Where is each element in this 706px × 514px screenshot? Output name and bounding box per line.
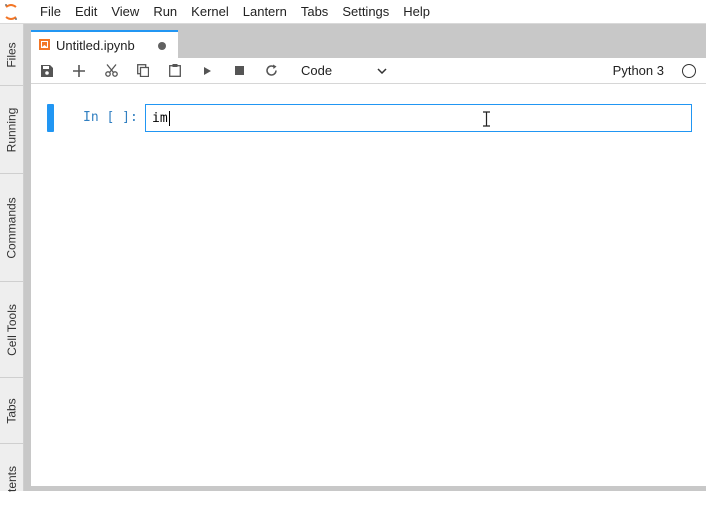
text-caret	[168, 110, 170, 126]
cell-editor[interactable]: im	[145, 104, 692, 132]
stop-icon	[234, 66, 244, 75]
run-icon	[204, 66, 211, 75]
input-prompt: In [ ]:	[83, 110, 138, 125]
copy-icon	[137, 64, 149, 77]
cell-type-value: Code	[301, 63, 333, 78]
menu-kernel[interactable]: Kernel	[184, 0, 236, 24]
sidebar-tab-tabs[interactable]: Tabs	[0, 378, 23, 444]
notebook-toolbar: Code Python 3	[31, 58, 706, 84]
add-icon	[73, 64, 85, 77]
left-sidebar: Files Running Commands Cell Tools Tabs t…	[0, 24, 24, 492]
paste-button[interactable]	[159, 58, 191, 84]
sidebar-tab-label: Cell Tools	[4, 303, 19, 356]
menu-edit[interactable]: Edit	[68, 0, 104, 24]
tab-untitled-notebook[interactable]: Untitled.ipynb	[31, 30, 178, 58]
paste-icon	[169, 64, 181, 77]
chevron-down-icon	[377, 67, 387, 74]
notebook-icon	[39, 38, 50, 53]
menu-view[interactable]: View	[104, 0, 146, 24]
menu-run[interactable]: Run	[146, 0, 184, 24]
text-cursor-icon	[483, 111, 490, 127]
menu-help[interactable]: Help	[396, 0, 437, 24]
menu-settings[interactable]: Settings	[335, 0, 396, 24]
cell-type-select[interactable]: Code	[301, 63, 387, 78]
notebook-panel: Code Python 3 In [ ]: im	[31, 58, 706, 486]
restart-icon	[265, 64, 277, 76]
sidebar-tab-contents[interactable]: tents	[0, 444, 23, 514]
kernel-name[interactable]: Python 3	[613, 58, 664, 84]
run-button[interactable]	[191, 58, 223, 84]
active-cell-marker	[47, 104, 54, 132]
cell-source-text: im	[152, 110, 168, 126]
interrupt-button[interactable]	[223, 58, 255, 84]
sidebar-tab-label: Files	[4, 41, 19, 68]
sidebar-tab-cell-tools[interactable]: Cell Tools	[0, 282, 23, 378]
document-tab-bar: Untitled.ipynb	[24, 24, 706, 58]
tab-title: Untitled.ipynb	[56, 37, 135, 53]
menu-file[interactable]: File	[33, 0, 68, 24]
sidebar-tab-files[interactable]: Files	[0, 24, 23, 86]
bottom-border	[24, 486, 706, 491]
menu-bar: File Edit View Run Kernel Lantern Tabs S…	[0, 0, 706, 24]
sidebar-tab-label: Tabs	[4, 397, 19, 424]
copy-button[interactable]	[127, 58, 159, 84]
sidebar-tab-label: Running	[4, 107, 19, 152]
unsaved-indicator-icon[interactable]	[158, 42, 166, 50]
cut-icon	[104, 64, 118, 77]
menu-lantern[interactable]: Lantern	[236, 0, 294, 24]
save-icon	[41, 64, 53, 77]
code-cell[interactable]: In [ ]: im	[31, 104, 706, 132]
sidebar-tab-commands[interactable]: Commands	[0, 174, 23, 282]
cut-button[interactable]	[95, 58, 127, 84]
sidebar-tab-running[interactable]: Running	[0, 86, 23, 174]
restart-button[interactable]	[255, 58, 287, 84]
menu-tabs[interactable]: Tabs	[294, 0, 335, 24]
insert-cell-button[interactable]	[63, 58, 95, 84]
sidebar-tab-label: Commands	[4, 196, 19, 259]
sidebar-tab-label: tents	[4, 465, 19, 493]
save-button[interactable]	[31, 58, 63, 84]
kernel-idle-status-icon	[682, 64, 696, 78]
jupyter-logo-icon	[0, 0, 22, 24]
